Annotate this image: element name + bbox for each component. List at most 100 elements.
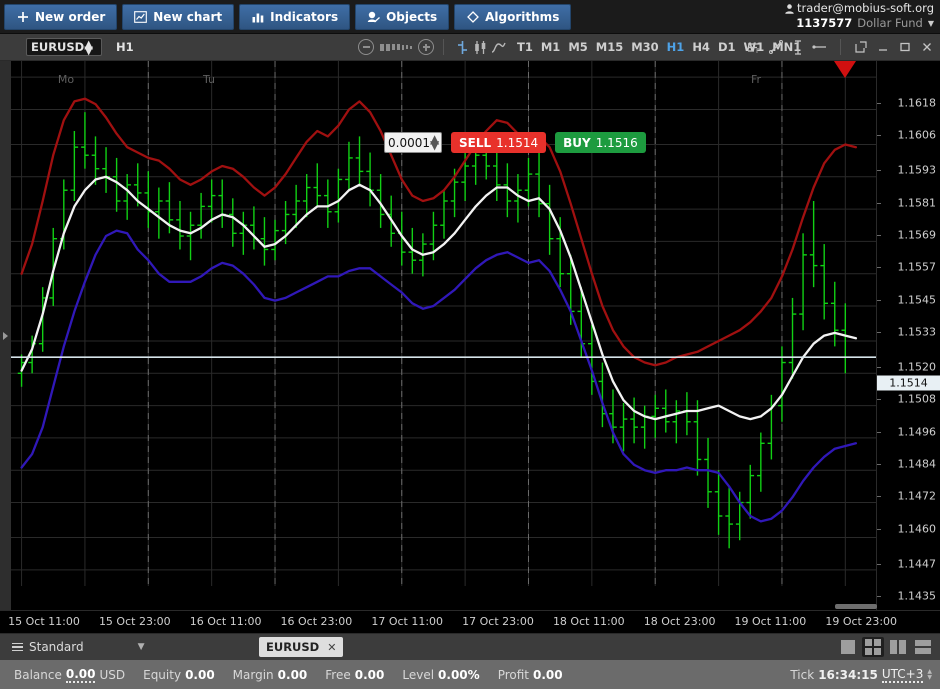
- toolbar-button-objects[interactable]: Objects: [355, 3, 450, 30]
- timeframe-H1[interactable]: H1: [663, 40, 689, 54]
- price-tick-label: 1.1508: [897, 392, 937, 406]
- zoom-in-icon[interactable]: [418, 39, 434, 55]
- toolbar-button-new-order[interactable]: New order: [4, 3, 118, 30]
- tick-info: Tick 16:34:15 UTC+3 ▲ ▼: [790, 667, 932, 683]
- profile-selector[interactable]: Standard ▼: [12, 640, 145, 654]
- timeframe-M1[interactable]: M1: [537, 40, 564, 54]
- close-icon[interactable]: [916, 37, 938, 57]
- price-tick: [877, 496, 881, 498]
- timezone-selector[interactable]: UTC+3: [881, 667, 924, 683]
- status-margin: Margin 0.00: [233, 668, 308, 682]
- chart-tools-group: T1 M1 M5 M15 M30 H1 H4 D1 W1 MN1: [358, 34, 805, 60]
- status-free: Free 0.00: [325, 668, 384, 682]
- chart-horizontal-scrollbar[interactable]: [11, 603, 877, 610]
- account-fund-name: Dollar Fund: [857, 16, 923, 30]
- price-tick: [877, 399, 881, 401]
- price-tick-label: 1.1496: [897, 425, 937, 439]
- symbol-selector[interactable]: EURUSD ▲ ▼: [26, 38, 102, 56]
- timeframe-D1[interactable]: D1: [714, 40, 740, 54]
- price-axis[interactable]: 1.1618 1.1606 1.1593 1.1581 1.1569 1.1557 1.15…: [876, 61, 940, 610]
- chevron-down-icon[interactable]: ▼: [138, 642, 145, 652]
- buy-button[interactable]: BUY 1.1516: [555, 132, 646, 153]
- minimize-icon[interactable]: [872, 37, 894, 57]
- toolbar-button-new-chart[interactable]: New chart: [122, 3, 235, 30]
- layout-quad-icon[interactable]: [862, 637, 884, 657]
- layout-buttons: [837, 634, 934, 660]
- svg-text:F: F: [756, 48, 760, 54]
- close-icon[interactable]: ✕: [327, 641, 336, 654]
- profile-label: Standard: [29, 640, 84, 654]
- price-tick-label: 1.1447: [897, 557, 937, 571]
- status-label: Balance: [14, 667, 62, 682]
- timeframe-M30[interactable]: M30: [627, 40, 662, 54]
- menu-icon: [12, 642, 23, 652]
- trendline-icon[interactable]: [765, 38, 787, 56]
- popout-icon[interactable]: [850, 37, 872, 57]
- diamond-icon: [466, 10, 479, 23]
- sell-price: 1.1514: [496, 135, 539, 150]
- status-value[interactable]: 0.00: [65, 667, 96, 683]
- time-tick-label: 19 Oct 11:00: [734, 615, 807, 628]
- status-value: 0.00%: [438, 667, 480, 682]
- chart-plot-area[interactable]: Mo Tu Fr 1.1618 1.1606 1.1593 1.1581 1.1569 1.1…: [0, 61, 940, 610]
- vertical-line-icon[interactable]: [787, 38, 809, 56]
- buy-price: 1.1516: [595, 135, 638, 150]
- sell-button[interactable]: SELL 1.1514: [451, 132, 547, 153]
- zoom-level-indicator[interactable]: [380, 43, 412, 51]
- toolbar-button-indicators[interactable]: Indicators: [239, 3, 351, 30]
- stepper-icon[interactable]: ▲ ▼: [84, 38, 97, 56]
- toolbar-button-algorithms[interactable]: Algorithms: [454, 3, 572, 30]
- quick-trade-panel: 0.0001 ▲ ▼ SELL 1.1514 BUY 1.1516: [384, 132, 646, 153]
- chevron-down-icon[interactable]: ▼: [928, 16, 934, 31]
- lot-size-value: 0.0001: [388, 135, 430, 150]
- price-tick-label: 1.1557: [897, 260, 937, 274]
- timezone-stepper-icon[interactable]: ▲ ▼: [927, 669, 932, 681]
- left-panel-expander[interactable]: [0, 61, 11, 610]
- timeframe-T1[interactable]: T1: [513, 40, 537, 54]
- account-number: 1137577: [796, 16, 853, 30]
- chart-window-controls: F: [743, 34, 938, 60]
- chart-toolbar: EURUSD ▲ ▼ H1 T1 M1 M5 M15 M30 H1 H4 D1 …: [0, 34, 940, 61]
- event-marker-icon[interactable]: [834, 61, 856, 78]
- layout-single-icon[interactable]: [837, 637, 859, 657]
- timeframe-M5[interactable]: M5: [564, 40, 591, 54]
- symbol-value: EURUSD: [31, 40, 85, 54]
- price-tick: [877, 431, 881, 433]
- timeframe-H4[interactable]: H4: [688, 40, 714, 54]
- time-tick-label: 17 Oct 11:00: [371, 615, 444, 628]
- tick-label: Tick: [790, 667, 815, 682]
- account-fund-row[interactable]: 1137577 Dollar Fund ▼: [785, 16, 934, 31]
- lot-stepper-icon[interactable]: ▲ ▼: [430, 133, 439, 151]
- line-style-icon[interactable]: [489, 38, 507, 56]
- price-tick-label: 1.1435: [897, 589, 937, 603]
- sell-label: SELL: [459, 135, 492, 150]
- chart-settings-icon[interactable]: F: [743, 38, 765, 56]
- layout-two-horizontal-icon[interactable]: [912, 637, 934, 657]
- price-tick: [877, 267, 881, 269]
- status-value: 0.00: [533, 667, 563, 682]
- current-timeframe-label: H1: [116, 40, 134, 54]
- status-equity: Equity 0.00: [143, 668, 215, 682]
- maximize-icon[interactable]: [894, 37, 916, 57]
- time-tick-label: 19 Oct 23:00: [825, 615, 898, 628]
- price-tick-label: 1.1472: [897, 489, 937, 503]
- status-suffix: USD: [99, 667, 126, 682]
- zoom-out-icon[interactable]: [358, 39, 374, 55]
- toolbar-button-label: New order: [35, 9, 106, 24]
- chart-tab-eurusd[interactable]: EURUSD ✕: [259, 637, 344, 657]
- plus-icon: [16, 10, 29, 23]
- account-email: trader@mobius-soft.org: [797, 1, 934, 15]
- candle-style-icon[interactable]: [471, 38, 489, 56]
- day-label: Fr: [750, 73, 762, 86]
- timeframe-M15[interactable]: M15: [592, 40, 627, 54]
- price-tick: [877, 528, 881, 530]
- bar-style-icon[interactable]: [453, 38, 471, 56]
- account-info[interactable]: trader@mobius-soft.org 1137577 Dollar Fu…: [785, 1, 934, 31]
- horizontal-line-icon[interactable]: [809, 38, 831, 56]
- lot-size-input[interactable]: 0.0001 ▲ ▼: [384, 132, 442, 153]
- layout-two-vertical-icon[interactable]: [887, 637, 909, 657]
- day-label: Tu: [202, 73, 216, 86]
- time-axis[interactable]: 15 Oct 11:00 15 Oct 23:00 16 Oct 11:00 16 O…: [0, 610, 940, 633]
- time-tick-label: 16 Oct 11:00: [189, 615, 262, 628]
- scrollbar-thumb[interactable]: [835, 604, 877, 609]
